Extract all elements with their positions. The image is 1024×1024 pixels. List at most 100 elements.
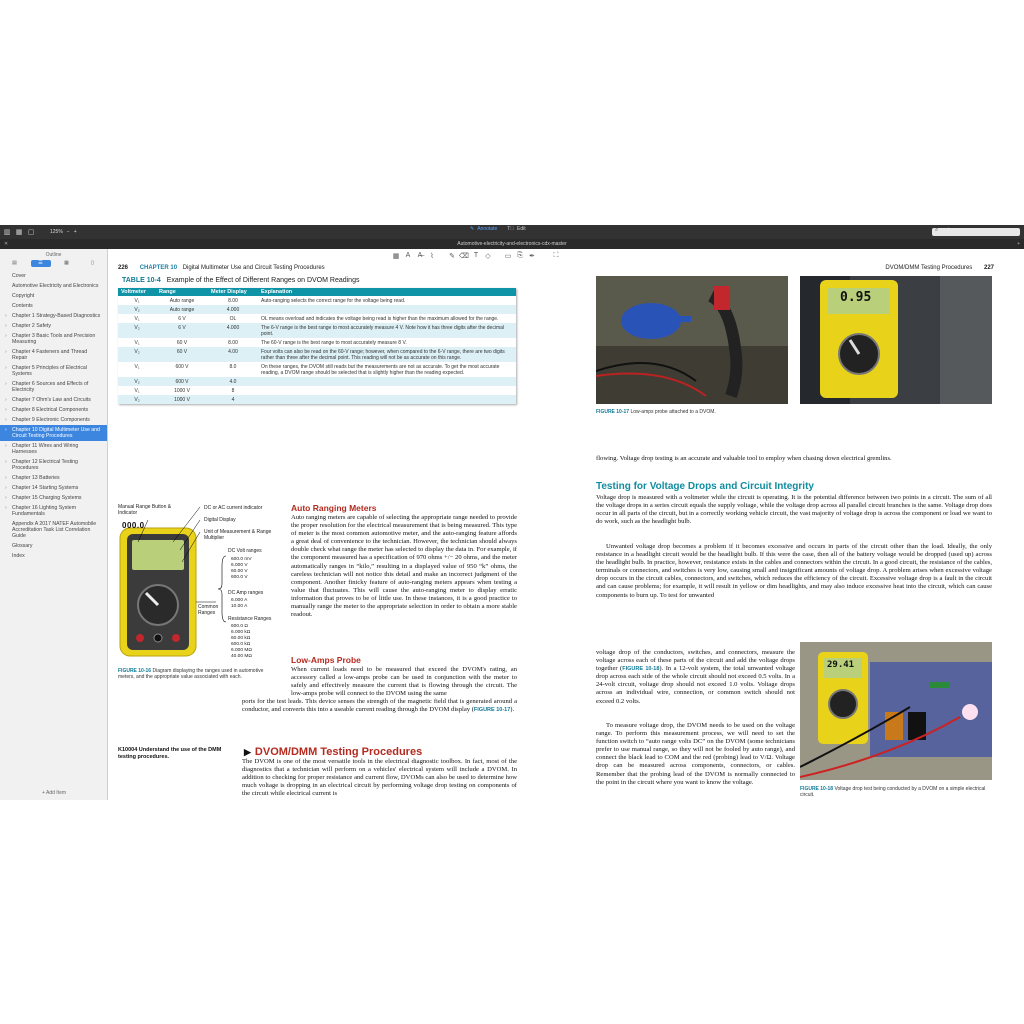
sidebar-tabs: ▤ ☰ ▦ ▯ [0,260,107,267]
figure-10-18-ref[interactable]: FIGURE 10-18 [622,666,659,672]
outline-item[interactable]: Chapter 10 Digital Multimeter Use and Ci… [0,425,107,441]
table-row: V₁ 60 V 8.00 The 60-V range is the best ran… [118,338,516,347]
low-amps-text-b: ports for the test leads. This device se… [242,698,517,714]
text-box-icon[interactable]: ▦ [390,252,402,260]
intro-text: flowing. Voltage drop testing is an accu… [596,455,892,462]
add-item-button[interactable]: + Add Item [0,790,108,796]
outline-item[interactable]: Chapter 11 Wires and Wiring Harnesses [0,441,107,457]
crop-icon[interactable]: ⛶ [550,252,562,260]
outline-item[interactable]: Chapter 2 Safety [0,321,107,331]
new-tab-icon[interactable]: + [1017,239,1020,249]
sidebar-toggle-icon[interactable]: ▥ [2,227,12,237]
resistance-title: Resistance Ranges [228,616,272,622]
outline-item[interactable]: Contents [0,301,107,311]
zoom-level[interactable]: 125% [50,229,63,235]
search-input[interactable]: ⌕ [932,227,1020,236]
outline-item[interactable]: Chapter 5 Principles of Electrical Syste… [0,363,107,379]
table-row: V₂ 60 V 4.00 Four volts can also be read on… [118,347,516,362]
learning-objective: K10004 Understand the use of the DMM tes… [118,747,222,760]
outline-item[interactable]: Chapter 14 Starting Systems [0,483,107,493]
outline-list: Cover Automotive Electricity and Electron… [0,271,107,561]
type-icon[interactable]: T [470,252,482,259]
chapter-label: CHAPTER 10 [139,265,178,271]
outline-tab[interactable]: ☰ [30,260,51,267]
range-value: 10.00 A [231,604,248,609]
outline-item[interactable]: Chapter 7 Ohm's Law and Circuits [0,395,107,405]
close-tab-icon[interactable]: ✕ [4,239,8,249]
text-edit-icon: T⃒ [507,226,515,232]
outline-item[interactable]: Chapter 13 Batteries [0,473,107,483]
table-cell [258,386,516,395]
outline-item[interactable]: Chapter 1 Strategy-Based Diagnostics [0,311,107,321]
section-text: The DVOM is one of the most versatile to… [242,758,517,798]
outline-item[interactable]: Cover [0,271,107,281]
acdc-indicator-label: DC or AC current indicator [204,505,263,511]
table-cell [258,395,516,404]
page-view-icon[interactable]: ▢ [26,227,36,237]
pen-icon: ✎ [470,226,475,232]
table-cell: On these ranges, the DVOM still reads bu… [261,363,500,376]
annotation-toolbar: ▦ A A̶ ⌇ ✎ ⌫ T ◇ ▭ ⎘ ✒ ⛶ [108,249,1024,262]
table-cell: Four volts can also be read on the 60-V … [258,347,516,362]
table-cell: OL means overload and indicates the volt… [261,315,499,322]
signature-icon[interactable]: ✒ [526,252,538,260]
table-row: V₂ 6 V 4.000 The 6-V range is the best rang… [118,323,516,338]
outline-item[interactable]: Chapter 12 Electrical Testing Procedures [0,457,107,473]
text-tool-icon[interactable]: A [402,252,414,259]
table-cell: 60 V [176,339,188,346]
highlight-icon[interactable]: ⌇ [426,252,438,260]
document-title: Automotive-electricity-and-electronics-c… [457,241,567,247]
outline-item[interactable]: Chapter 15 Charging Systems [0,493,107,503]
table-cell: 4.0 [208,377,258,386]
outline-item[interactable]: Chapter 9 Electronic Components [0,415,107,425]
table-row: V₁ 600 V 8.0 On these ranges, the DVOM stil… [118,362,516,377]
outline-item[interactable]: Glossary [0,541,107,551]
zoom-control[interactable]: 125% − + [50,229,77,235]
outline-item[interactable]: Appendix A 2017 NATEF Automobile Accredi… [0,519,107,541]
bookmarks-tab[interactable]: ▯ [83,260,103,267]
grid-view-icon[interactable]: ▦ [14,227,24,237]
outline-item[interactable]: Chapter 6 Sources and Effects of Electri… [0,379,107,395]
annotate-mode-button[interactable]: ✎ Annotate [470,226,497,232]
dvom-photo: 0.95 [800,276,992,404]
table-cell: The 60-V range is the best range to most… [261,339,407,346]
outline-item[interactable]: Index [0,551,107,561]
dc-volt-title: DC Volt ranges [228,548,262,554]
voltage-drop-para2b: voltage drop of the conductors, switches… [596,649,795,706]
table-cell: 4.00 [208,347,258,362]
toolbar: ▥ ▦ ▢ 125% − + ✎ Annotate T⃒ Edit ⇪ ⌑ ⌕ [0,225,1024,239]
pencil-icon[interactable]: ✎ [446,252,458,260]
strikeout-icon[interactable]: A̶ [414,252,426,259]
eraser-icon[interactable]: ⌫ [458,252,470,260]
table-cell: V₂ [118,395,156,404]
table-cell: 60 V [156,347,208,362]
shape-icon[interactable]: ◇ [482,252,494,260]
table-cell: 6 V [178,315,186,322]
table-cell: OL [229,315,237,322]
stamp-icon[interactable]: ⎘ [514,252,526,260]
thumbnails-tab[interactable]: ▤ [5,260,25,267]
probe-photo-art [596,276,788,404]
zoom-out-button[interactable]: − [67,229,70,235]
outline-item[interactable]: Automotive Electricity and Electronics [0,281,107,291]
outline-item[interactable]: Chapter 4 Fasteners and Thread Repair [0,347,107,363]
dvom-photo-art [800,276,992,404]
manual-range-label: Manual Range Button & Indicator [118,504,172,516]
low-amps-text-end: ). [510,706,515,714]
annotations-tab[interactable]: ▦ [57,260,77,267]
table-cell: V₂ [118,323,156,338]
table-cell: 8.00 [228,339,238,346]
table-row: V₂ 1000 V4 [118,395,516,404]
document-tab-bar: ✕ Automotive-electricity-and-electronics… [0,239,1024,249]
outline-item[interactable]: Chapter 8 Electrical Components [0,405,107,415]
figure-10-17-ref[interactable]: FIGURE 10-17 [474,707,510,713]
zoom-in-button[interactable]: + [74,229,77,235]
outline-item[interactable]: Chapter 16 Lighting System Fundamentals [0,503,107,519]
auto-ranging-text: Auto ranging meters are capable of selec… [291,514,517,619]
annotate-label: Annotate [477,226,498,232]
chapter-title: Digital Multimeter Use and Circuit Testi… [182,265,325,271]
outline-item[interactable]: Chapter 3 Basic Tools and Precision Meas… [0,331,107,347]
edit-mode-button[interactable]: T⃒ Edit [507,226,525,232]
comment-icon[interactable]: ▭ [502,252,514,260]
outline-item[interactable]: Copyright [0,291,107,301]
